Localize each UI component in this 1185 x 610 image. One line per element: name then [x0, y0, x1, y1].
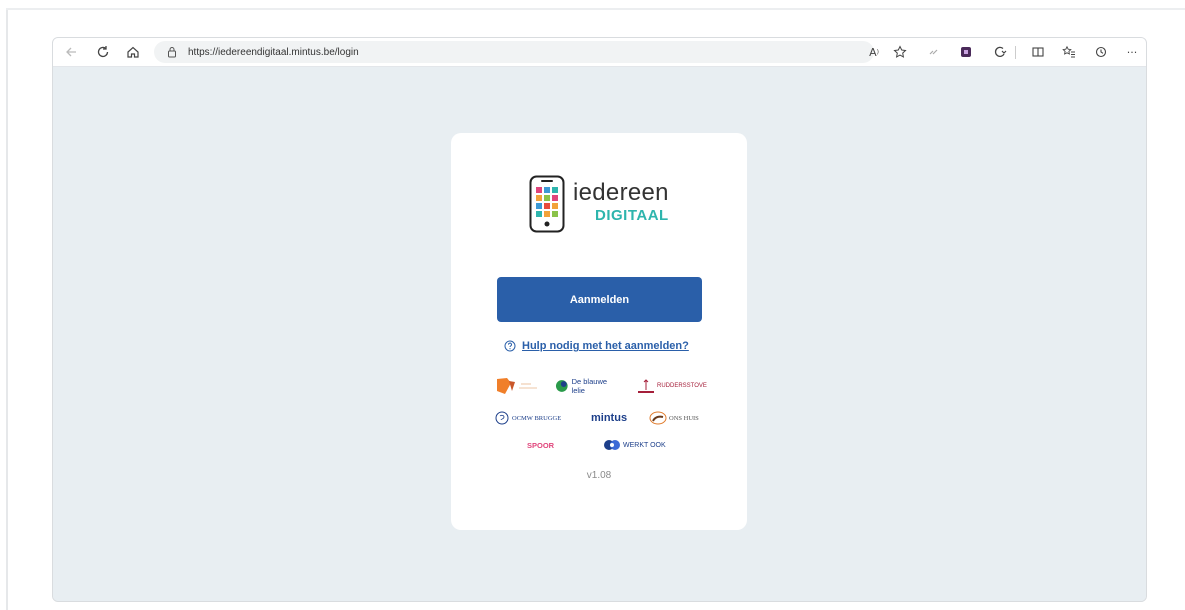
partner-logo-1: [495, 376, 543, 396]
partner-logo-werkt-ook: WERKT OOK: [603, 435, 673, 455]
split-screen-icon[interactable]: [1027, 41, 1049, 63]
version-label: v1.08: [586, 470, 612, 481]
partner-logo-1-icon: [497, 378, 537, 394]
read-aloud-icon[interactable]: A): [863, 41, 885, 63]
login-card: iedereen DIGITAAL Aanmelden Hulp nodig m…: [451, 133, 747, 530]
ocmw-icon: [495, 411, 509, 425]
browser-toolbar: https://iedereendigitaal.mintus.be/login…: [53, 38, 1146, 67]
partner-logo-de-blauwe-lelie: De blauwe lelie: [555, 376, 621, 396]
partner-name-ons-huis: ONS HUIS: [669, 414, 699, 422]
partner-logo-ocmw-brugge: OCMW BRUGGE: [495, 408, 569, 428]
refresh-icon[interactable]: [92, 41, 114, 63]
help-link[interactable]: Hulp nodig met het aanmelden?: [504, 338, 694, 354]
page-border-left: [6, 8, 8, 610]
partner-name-mintus: mintus: [591, 412, 628, 424]
partner-name-blauwe-lelie: De blauwe lelie: [571, 377, 608, 395]
read-aloud-glyph: A: [869, 45, 877, 59]
login-button[interactable]: Aanmelden: [497, 277, 702, 322]
partner-name-spoor: SPOOR: [527, 440, 555, 450]
partner-logo-mintus: mintus: [591, 408, 631, 428]
page-border-top: [6, 8, 1185, 10]
partner-name-werkt-ook: WERKT OOK: [623, 441, 666, 449]
help-link-text[interactable]: Hulp nodig met het aanmelden?: [522, 340, 689, 352]
partner-logo-spoor: SPOOR: [527, 435, 585, 455]
copilot-icon[interactable]: [989, 41, 1011, 63]
rudderstove-icon: [638, 379, 654, 393]
logo-word-digitaal: DIGITAAL: [595, 207, 669, 224]
history-icon[interactable]: [1090, 41, 1112, 63]
logo-word-iedereen: iedereen: [573, 179, 669, 206]
page-viewport: iedereen DIGITAAL Aanmelden Hulp nodig m…: [53, 67, 1146, 601]
more-icon[interactable]: ···: [1121, 41, 1143, 63]
favorite-star-icon[interactable]: [889, 41, 911, 63]
werkt-ook-icon: [604, 440, 620, 450]
home-icon[interactable]: [122, 41, 144, 63]
ons-huis-icon: [649, 411, 667, 425]
phone-logo-icon: [529, 175, 565, 233]
back-icon[interactable]: [60, 41, 82, 63]
iedereen-digitaal-logo: iedereen DIGITAAL: [529, 175, 669, 233]
address-bar[interactable]: https://iedereendigitaal.mintus.be/login: [154, 41, 874, 63]
favorites-icon[interactable]: [1058, 41, 1080, 63]
app-icon[interactable]: [955, 41, 977, 63]
partner-logo-ons-huis: ONS HUIS: [649, 408, 719, 428]
partner-name-ocmw-brugge: OCMW BRUGGE: [512, 414, 562, 422]
extension-icon[interactable]: [923, 41, 945, 63]
partner-name-rudderstove: RUDDERSSTOVE: [657, 383, 707, 389]
help-question-icon: [504, 340, 516, 352]
url-text[interactable]: https://iedereendigitaal.mintus.be/login: [188, 47, 359, 58]
toolbar-divider: [1015, 46, 1016, 59]
blauwe-lelie-icon: [555, 380, 568, 392]
partner-logo-rudderstove: RUDDERSSTOVE: [637, 376, 717, 396]
browser-window: https://iedereendigitaal.mintus.be/login…: [52, 37, 1147, 602]
lock-icon[interactable]: [166, 46, 178, 58]
